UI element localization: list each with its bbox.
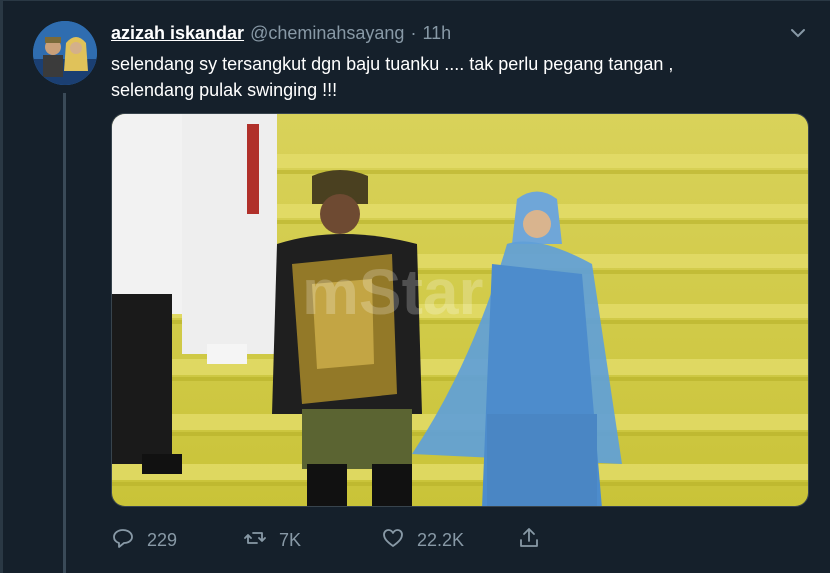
- retweet-button[interactable]: 7K: [243, 525, 301, 555]
- like-count: 22.2K: [417, 529, 465, 550]
- retweet-icon: [243, 526, 267, 555]
- like-button[interactable]: 22.2K: [381, 525, 464, 555]
- retweet-count: 7K: [279, 529, 302, 550]
- more-options-chevron-icon[interactable]: [788, 23, 808, 43]
- reply-button[interactable]: 229: [111, 525, 177, 555]
- share-button[interactable]: [517, 525, 541, 555]
- reply-count: 229: [147, 529, 178, 550]
- media-watermark: mStar: [302, 256, 483, 328]
- tweet-text-line: selendang sy tersangkut dgn baju tuanku …: [111, 54, 674, 74]
- tweet-header: azizah iskandar @cheminahsayang · 11h: [111, 23, 451, 45]
- share-icon: [517, 526, 541, 555]
- author-handle[interactable]: @cheminahsayang: [250, 23, 404, 44]
- avatar[interactable]: [33, 21, 97, 85]
- avatar-image: [33, 21, 97, 85]
- tweet-text: selendang sy tersangkut dgn baju tuanku …: [111, 51, 791, 103]
- reply-icon: [111, 526, 135, 555]
- tweet-card[interactable]: azizah iskandar @cheminahsayang · 11h se…: [0, 0, 830, 573]
- tweet-actions: 229 7K 22.2K: [111, 525, 551, 555]
- heart-icon: [381, 526, 405, 555]
- tweet-timestamp[interactable]: 11h: [422, 23, 451, 44]
- thread-line: [63, 93, 66, 573]
- tweet-text-line: selendang pulak swinging !!!: [111, 80, 338, 100]
- media-photo: mStar: [112, 114, 808, 506]
- tweet-media-image[interactable]: mStar: [111, 113, 809, 507]
- author-name[interactable]: azizah iskandar: [111, 23, 244, 44]
- separator-dot: ·: [410, 23, 417, 43]
